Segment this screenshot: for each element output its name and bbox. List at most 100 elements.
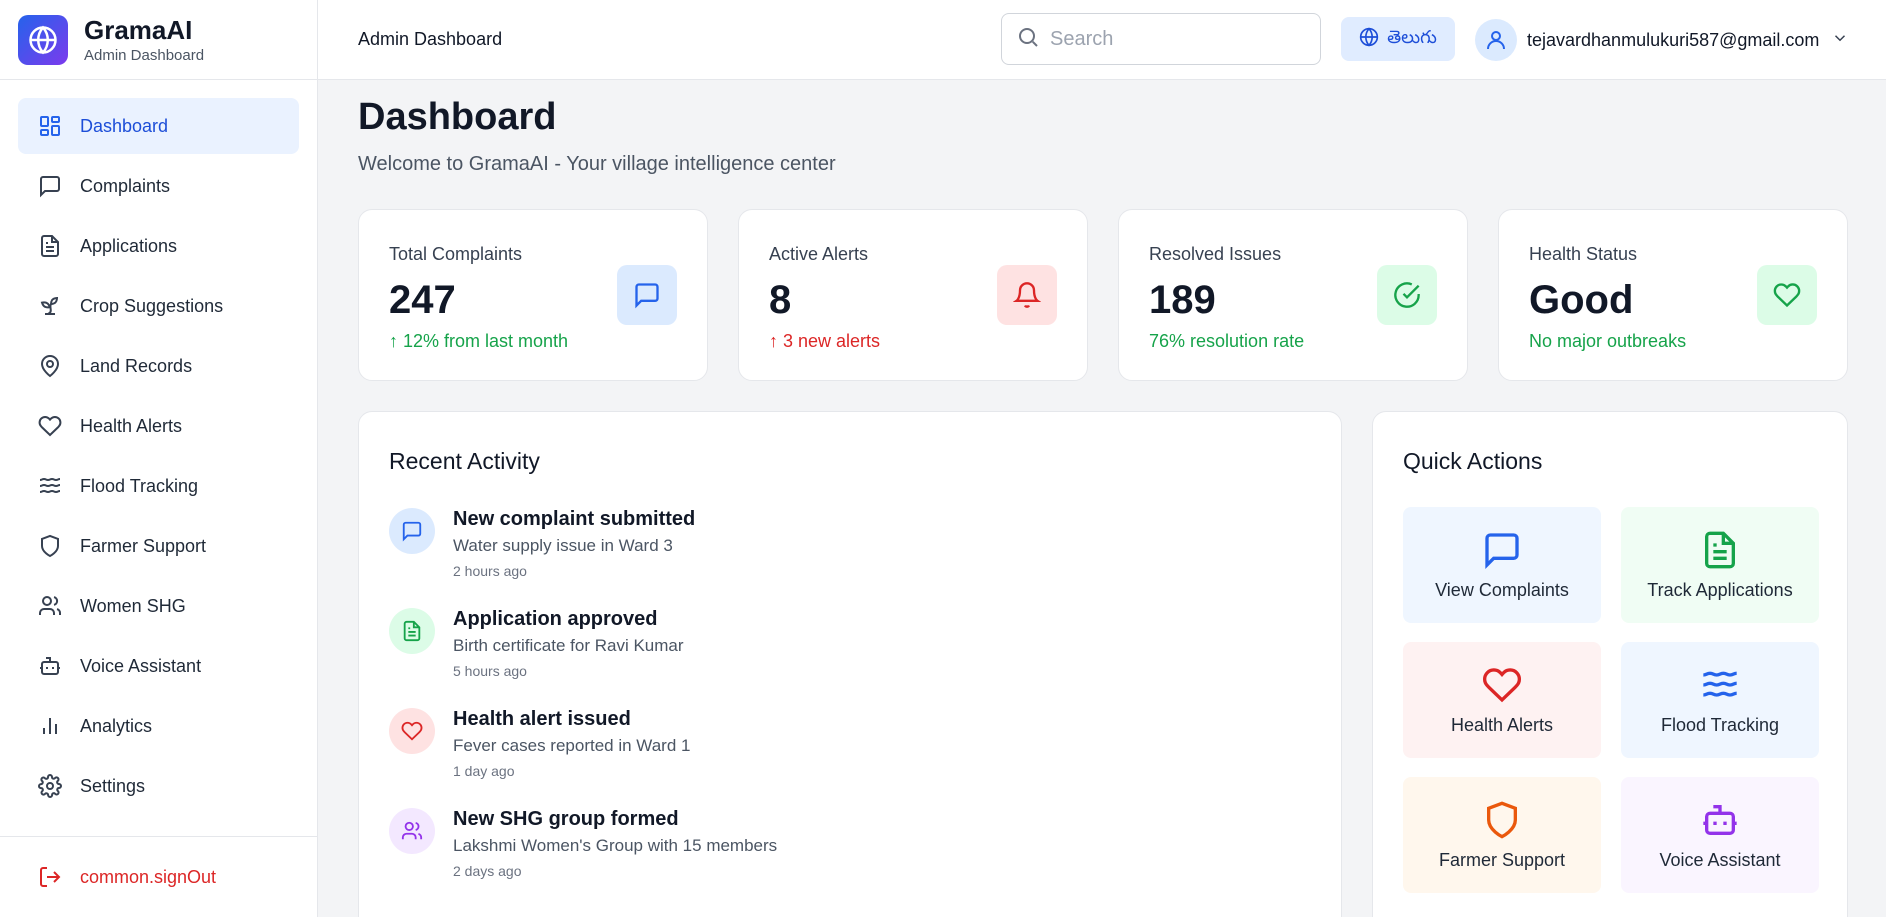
- stat-note: ↑ 12% from last month: [389, 331, 569, 351]
- file-text-icon: [389, 608, 435, 654]
- log-out-icon: [38, 865, 62, 889]
- sidebar-item-complaints[interactable]: Complaints: [18, 158, 299, 214]
- globe-icon: [1359, 26, 1379, 52]
- waves-icon: [1700, 665, 1740, 705]
- heart-icon: [38, 414, 62, 438]
- stat-note: No major outbreaks: [1529, 331, 1687, 351]
- map-pin-icon: [38, 354, 62, 378]
- message-square-icon: [1482, 530, 1522, 570]
- track-applications-button[interactable]: Track Applications: [1621, 507, 1819, 623]
- activity-description: Water supply issue in Ward 3: [453, 536, 673, 555]
- user-email: tejavardhanmulukuri587@gmail.com: [1527, 29, 1820, 50]
- heart-icon: [1482, 665, 1522, 705]
- shield-icon: [1482, 800, 1522, 840]
- activity-item: Health alert issued Fever cases reported…: [389, 708, 690, 779]
- waves-icon: [38, 474, 62, 498]
- sidebar-item-analytics[interactable]: Analytics: [18, 698, 299, 754]
- search-icon: [1016, 25, 1040, 54]
- stat-card-active-alerts: Active Alerts 8 ↑ 3 new alerts: [738, 209, 1088, 381]
- farmer-support-button[interactable]: Farmer Support: [1403, 777, 1601, 893]
- sidebar-item-land-records[interactable]: Land Records: [18, 338, 299, 394]
- voice-assistant-button[interactable]: Voice Assistant: [1621, 777, 1819, 893]
- stat-card-health-status: Health Status Good No major outbreaks: [1498, 209, 1848, 381]
- activity-description: Lakshmi Women's Group with 15 members: [453, 836, 778, 855]
- gear-icon: [38, 774, 62, 798]
- heart-icon: [389, 708, 435, 754]
- stat-note: ↑ 3 new alerts: [769, 331, 881, 351]
- stat-card-resolved-issues: Resolved Issues 189 76% resolution rate: [1118, 209, 1468, 381]
- activity-item: Application approved Birth certificate f…: [389, 608, 684, 679]
- sidebar-item-dashboard[interactable]: Dashboard: [18, 98, 299, 154]
- activity-time: 5 hours ago: [453, 663, 527, 679]
- sidebar-item-label: Dashboard: [80, 115, 169, 136]
- search-input[interactable]: [1050, 27, 1290, 51]
- top-header: Admin Dashboard తెలుగు tejavardhanmuluku…: [318, 0, 1886, 80]
- sidebar-item-crop-suggestions[interactable]: Crop Suggestions: [18, 278, 299, 334]
- activity-time: 1 day ago: [453, 763, 515, 779]
- view-complaints-button[interactable]: View Complaints: [1403, 507, 1601, 623]
- activity-description: Birth certificate for Ravi Kumar: [453, 636, 684, 655]
- sidebar-nav: Dashboard Complaints Applications Crop S…: [0, 80, 317, 814]
- quick-action-label: Track Applications: [1647, 579, 1793, 600]
- flood-tracking-button[interactable]: Flood Tracking: [1621, 642, 1819, 758]
- sidebar: GramaAI Admin Dashboard Dashboard Compla…: [0, 0, 318, 917]
- sidebar-item-label: Farmer Support: [80, 535, 207, 556]
- sidebar-item-farmer-support[interactable]: Farmer Support: [18, 518, 299, 574]
- bar-chart-icon: [38, 714, 62, 738]
- sidebar-item-label: Crop Suggestions: [80, 295, 224, 316]
- sidebar-item-voice-assistant[interactable]: Voice Assistant: [18, 638, 299, 694]
- sidebar-item-health-alerts[interactable]: Health Alerts: [18, 398, 299, 454]
- sidebar-item-women-shg[interactable]: Women SHG: [18, 578, 299, 634]
- activity-title: New complaint submitted: [453, 508, 696, 530]
- activity-description: Fever cases reported in Ward 1: [453, 736, 691, 755]
- brand: GramaAI Admin Dashboard: [0, 0, 317, 80]
- stat-card-total-complaints: Total Complaints 247 ↑ 12% from last mon…: [358, 209, 708, 381]
- quick-action-label: Voice Assistant: [1659, 849, 1781, 870]
- activity-time: 2 hours ago: [453, 563, 527, 579]
- message-square-icon: [617, 265, 677, 325]
- recent-activity-title: Recent Activity: [389, 448, 540, 474]
- message-square-icon: [38, 174, 62, 198]
- sidebar-item-label: Complaints: [80, 175, 171, 196]
- header-title: Admin Dashboard: [358, 29, 503, 49]
- sidebar-item-applications[interactable]: Applications: [18, 218, 299, 274]
- sprout-icon: [38, 294, 62, 318]
- language-toggle-button[interactable]: తెలుగు: [1341, 17, 1455, 61]
- users-icon: [38, 594, 62, 618]
- sidebar-item-label: Analytics: [80, 715, 153, 736]
- stat-label: Total Complaints: [389, 244, 523, 264]
- activity-title: New SHG group formed: [453, 808, 679, 830]
- shield-icon: [38, 534, 62, 558]
- stat-label: Health Status: [1529, 244, 1638, 264]
- user-menu[interactable]: tejavardhanmulukuri587@gmail.com: [1475, 18, 1849, 62]
- chevron-down-icon: [1831, 29, 1849, 52]
- search-box: [1001, 13, 1321, 65]
- bell-icon: [997, 265, 1057, 325]
- page-subtitle: Welcome to GramaAI - Your village intell…: [358, 153, 836, 175]
- brand-subtitle: Admin Dashboard: [84, 47, 205, 64]
- message-square-icon: [389, 508, 435, 554]
- brand-name: GramaAI: [84, 15, 193, 45]
- file-text-icon: [1700, 530, 1740, 570]
- health-alerts-button[interactable]: Health Alerts: [1403, 642, 1601, 758]
- sign-out-button[interactable]: common.signOut: [0, 836, 318, 917]
- quick-action-label: Farmer Support: [1438, 849, 1566, 870]
- stat-note: 76% resolution rate: [1149, 331, 1305, 351]
- page-title: Dashboard: [358, 96, 557, 138]
- sidebar-item-settings[interactable]: Settings: [18, 758, 299, 814]
- sidebar-item-label: Flood Tracking: [80, 475, 199, 496]
- recent-activity-panel: Recent Activity New complaint submitted …: [358, 411, 1342, 917]
- quick-actions-title: Quick Actions: [1403, 448, 1543, 474]
- heart-icon: [1757, 265, 1817, 325]
- stat-label: Active Alerts: [769, 244, 869, 264]
- bot-icon: [38, 654, 62, 678]
- quick-actions-panel: Quick Actions View Complaints Track Appl…: [1372, 411, 1848, 917]
- activity-item: New SHG group formed Lakshmi Women's Gro…: [389, 808, 777, 879]
- sidebar-item-label: Voice Assistant: [80, 655, 202, 676]
- file-text-icon: [38, 234, 62, 258]
- check-circle-icon: [1377, 265, 1437, 325]
- activity-time: 2 days ago: [453, 863, 522, 879]
- sidebar-item-flood-tracking[interactable]: Flood Tracking: [18, 458, 299, 514]
- users-icon: [389, 808, 435, 854]
- quick-action-label: Health Alerts: [1450, 714, 1554, 735]
